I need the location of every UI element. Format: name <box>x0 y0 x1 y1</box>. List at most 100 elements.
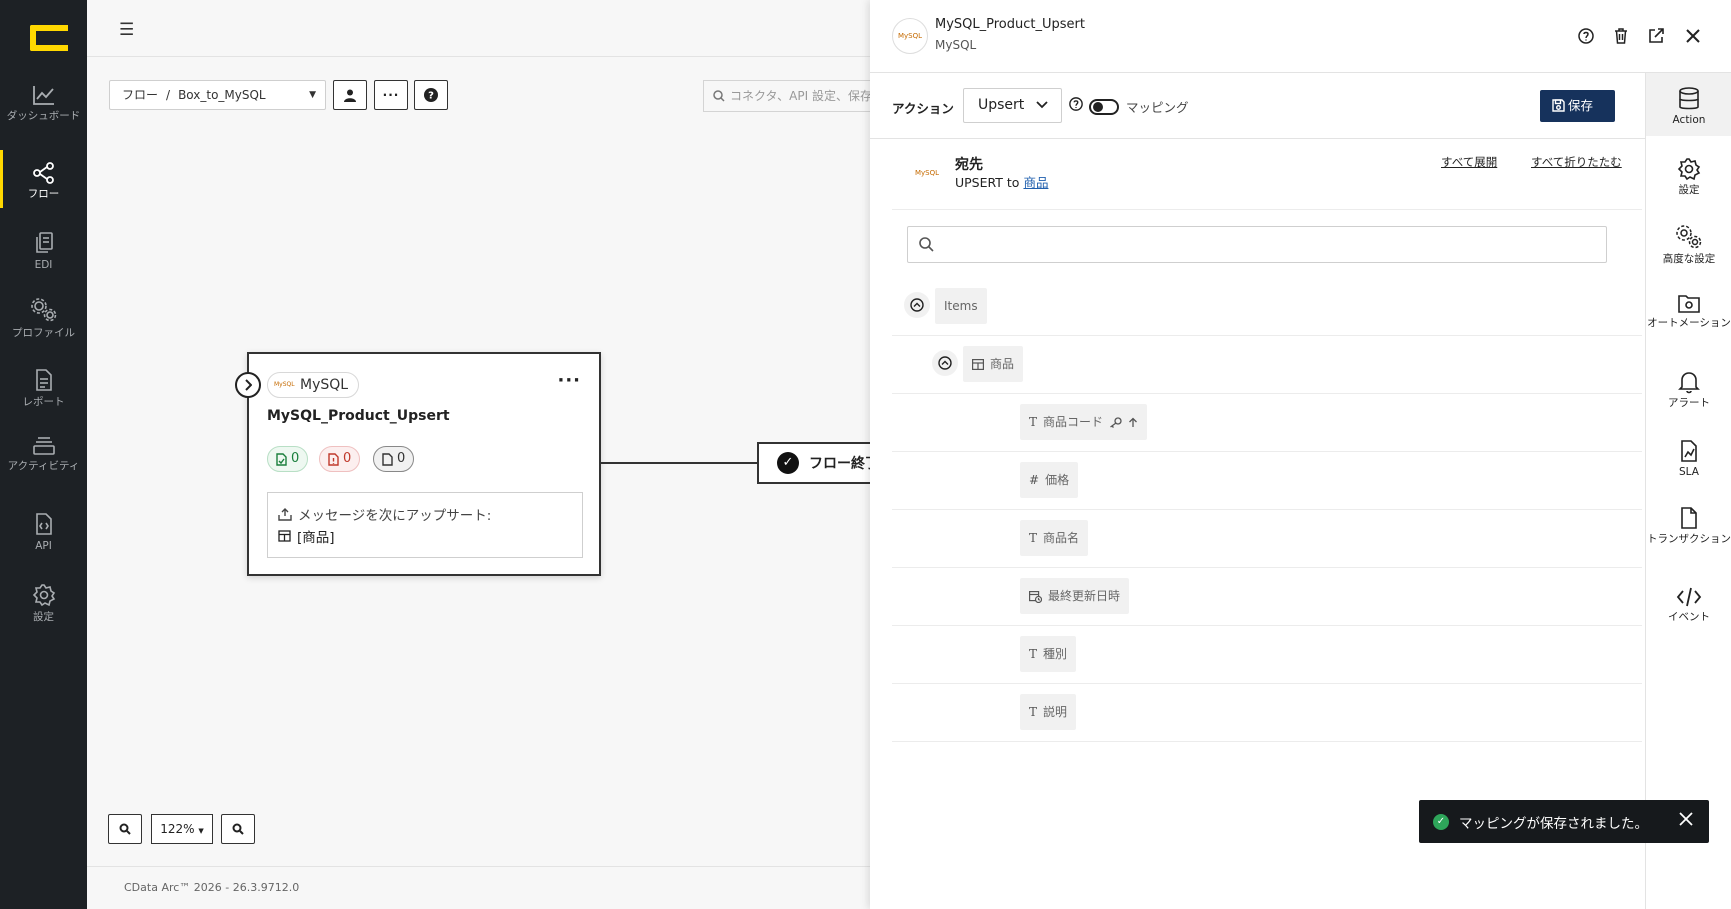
help-icon <box>1578 28 1594 44</box>
tree-node-table[interactable]: 商品 <box>963 346 1024 382</box>
activity-icon <box>32 437 55 455</box>
arrow-up-icon <box>1129 417 1137 427</box>
sidebar-item-settings[interactable]: 設定 <box>0 583 87 623</box>
action-select[interactable]: Upsert <box>963 88 1062 123</box>
help-button[interactable] <box>1576 26 1596 46</box>
connector-detail-panel: MySQL MySQL_Product_Upsert MySQL アクション U… <box>870 0 1731 909</box>
search-icon <box>919 237 934 252</box>
field-product-code[interactable]: T 商品コード <box>1020 404 1148 440</box>
pending-count-badge[interactable]: 0 <box>373 446 415 472</box>
sidebar-item-profile[interactable]: プロファイル <box>0 297 87 339</box>
cdata-logo[interactable] <box>30 25 68 51</box>
more-options-button[interactable]: ··· <box>374 80 408 110</box>
rail-item-events[interactable]: イベント <box>1646 586 1731 623</box>
node-expand-button[interactable] <box>235 372 261 398</box>
search-placeholder: コネクタ、API 設定、保存 <box>730 89 872 103</box>
field-name: 説明 <box>1043 705 1068 719</box>
node-title: MySQL_Product_Upsert <box>267 408 450 424</box>
field-last-updated[interactable]: 最終更新日時 <box>1020 578 1130 614</box>
help-button[interactable]: ? <box>414 80 448 110</box>
sidebar-item-edi[interactable]: EDI <box>0 231 87 271</box>
flow-connection-line <box>601 462 757 464</box>
dashboard-icon <box>32 86 54 105</box>
sidebar-item-flow[interactable]: フロー <box>0 150 87 208</box>
table-icon <box>972 358 984 370</box>
sidebar-item-report[interactable]: レポート <box>0 368 87 408</box>
tree-row-table: 商品 <box>892 336 1642 394</box>
rail-item-label: イベント <box>1668 611 1710 623</box>
field-name: 種別 <box>1043 647 1068 661</box>
tree-node-items[interactable]: Items <box>935 288 987 324</box>
zoom-out-button[interactable] <box>108 814 142 844</box>
zoom-in-button[interactable] <box>221 814 255 844</box>
schema-search-input[interactable] <box>907 226 1607 263</box>
rail-item-settings[interactable]: 設定 <box>1646 157 1731 196</box>
tree-row-field: T 種別 <box>892 626 1642 684</box>
node-target-table: [商品] <box>297 530 335 546</box>
breadcrumb-separator: / <box>166 88 171 102</box>
caret-down-icon: ▼ <box>309 90 316 100</box>
panel-subtitle: MySQL <box>935 38 977 52</box>
rail-item-alerts[interactable]: アラート <box>1646 370 1731 409</box>
flow-node-mysql[interactable]: MySQL MySQL ··· MySQL_Product_Upsert 0 0… <box>235 352 601 576</box>
node-description: メッセージを次にアップサート: [商品] <box>267 492 583 558</box>
rail-item-action[interactable]: Action <box>1646 73 1731 136</box>
user-button[interactable] <box>333 80 367 110</box>
open-external-button[interactable] <box>1646 26 1666 46</box>
breadcrumb-root[interactable]: フロー <box>122 88 158 102</box>
text-type-icon: T <box>1029 415 1038 429</box>
destination-title: 宛先 <box>955 157 983 173</box>
sidebar-item-dashboard[interactable]: ダッシュボード <box>0 84 87 122</box>
sidebar-item-activity[interactable]: アクティビティ <box>0 434 87 472</box>
file-error-icon <box>328 452 339 466</box>
chevron-up-circle-icon <box>910 298 924 312</box>
delete-button[interactable] <box>1611 26 1631 46</box>
sidebar-item-label: ダッシュボード <box>6 110 81 122</box>
text-type-icon: T <box>1029 531 1038 545</box>
tree-row-items: Items <box>892 278 1642 336</box>
rail-item-automation[interactable]: オートメーション <box>1646 292 1731 329</box>
field-description[interactable]: T 説明 <box>1020 694 1077 730</box>
breadcrumb[interactable]: フロー / Box_to_MySQL ▼ <box>109 80 326 110</box>
expand-all-link[interactable]: すべて展開 <box>1441 154 1497 170</box>
toast-message: マッピングが保存されました。 <box>1459 815 1648 832</box>
hamburger-menu-icon[interactable]: ☰ <box>119 20 134 40</box>
save-button[interactable]: 保存 <box>1540 90 1615 122</box>
code-icon <box>1676 587 1702 607</box>
settings-icon <box>32 584 55 607</box>
chevron-right-icon <box>245 379 252 391</box>
field-price[interactable]: # 価格 <box>1020 462 1079 498</box>
action-value: Upsert <box>978 97 1025 113</box>
rail-item-sla[interactable]: SLA <box>1646 439 1731 478</box>
tree-row-field: 最終更新日時 <box>892 568 1642 626</box>
sidebar-item-label: フロー <box>27 188 60 200</box>
text-type-icon: T <box>1029 705 1038 719</box>
node-menu-button[interactable]: ··· <box>557 372 581 390</box>
sidebar-item-api[interactable]: API <box>0 512 87 552</box>
collapse-all-link[interactable]: すべて折りたたむ <box>1531 154 1622 170</box>
check-circle-icon: ✓ <box>1433 813 1449 830</box>
success-count-badge[interactable]: 0 <box>267 446 309 472</box>
zoom-level-select[interactable]: 122% ▼ <box>151 814 213 844</box>
rail-item-advanced[interactable]: 高度な設定 <box>1646 224 1731 265</box>
help-icon: ? <box>424 88 438 102</box>
file-icon <box>382 452 393 466</box>
sla-icon <box>1681 440 1697 462</box>
destination-table-link[interactable]: 商品 <box>1023 175 1048 190</box>
rail-item-transactions[interactable]: トランザクション <box>1646 506 1731 545</box>
error-count-badge[interactable]: 0 <box>319 446 361 472</box>
field-product-name[interactable]: T 商品名 <box>1020 520 1089 556</box>
connector-badge: MySQL MySQL <box>267 372 360 398</box>
collapse-button[interactable] <box>904 292 930 318</box>
help-icon[interactable] <box>1069 97 1083 111</box>
bell-icon <box>1678 372 1700 394</box>
upload-icon <box>278 507 292 521</box>
calendar-clock-icon <box>1029 590 1042 603</box>
collapse-button[interactable] <box>932 350 958 376</box>
close-icon[interactable] <box>1679 812 1693 826</box>
connector-search-input[interactable]: コネクタ、API 設定、保存 <box>703 80 873 112</box>
mapping-toggle[interactable] <box>1089 99 1119 115</box>
mysql-logo: MySQL <box>914 169 940 177</box>
close-button[interactable] <box>1683 26 1703 46</box>
field-type[interactable]: T 種別 <box>1020 636 1077 672</box>
